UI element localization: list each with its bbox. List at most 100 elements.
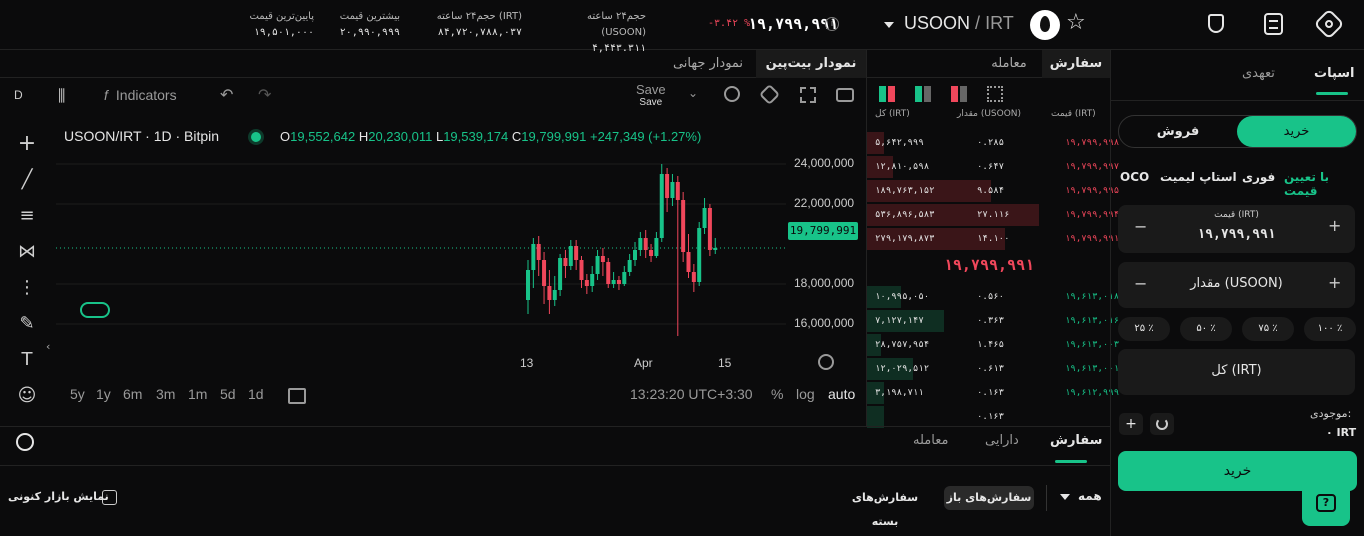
prediction-icon[interactable]: ⋮ xyxy=(14,275,40,301)
log-toggle[interactable]: log xyxy=(796,386,815,402)
amount-field[interactable]: مقدار (USOON) − + xyxy=(1118,262,1355,308)
save-dropdown-icon[interactable]: ⌄ xyxy=(688,86,698,100)
emoji-icon[interactable]: ☺ xyxy=(14,383,40,409)
support-chat-button[interactable]: ? xyxy=(1302,482,1350,526)
ask-row[interactable]: ۱۲,۸۱۰,۵۹۸ ۰.۶۴۷ ۱۹,۷۹۹,۹۹۷ xyxy=(867,156,1119,178)
closed-orders-chip[interactable]: سفارش‌های بسته xyxy=(840,486,930,528)
bid-row[interactable]: ۳,۱۹۸,۷۱۱ ۰.۱۶۳ ۱۹,۶۱۲,۹۹۹ xyxy=(867,382,1119,404)
tf-6m[interactable]: 6m xyxy=(123,386,142,402)
order-type-oco[interactable]: OCO xyxy=(1120,170,1149,184)
book-view-both-icon[interactable] xyxy=(879,86,895,102)
bid-row[interactable]: ۱۲,۰۲۹,۵۱۲ ۰.۶۱۳ ۱۹,۶۱۳,۰۰۱ xyxy=(867,358,1119,380)
pattern-icon[interactable]: ⋈ xyxy=(14,239,40,265)
document-icon[interactable] xyxy=(1264,13,1283,35)
candle-body xyxy=(691,272,696,282)
ask-row[interactable]: ۲۷۹,۱۷۹,۸۷۳ ۱۴.۱۰۰ ۱۹,۷۹۹,۹۹۱ xyxy=(867,228,1119,250)
amount-plus-button[interactable]: + xyxy=(1328,273,1341,292)
tab-global-chart[interactable]: نمودار جهانی xyxy=(660,50,756,78)
ob-header-total: کل (IRT) xyxy=(875,109,910,119)
filter-dropdown[interactable]: همه xyxy=(1060,489,1102,503)
camera-icon[interactable] xyxy=(836,88,854,102)
pct-100[interactable]: ۱۰۰ ٪ xyxy=(1304,317,1356,341)
settings-icon[interactable] xyxy=(1313,8,1345,40)
percent-toggle[interactable]: % xyxy=(771,386,783,402)
tf-5y[interactable]: 5y xyxy=(70,386,85,402)
price-field[interactable]: قیمت (IRT) ۱۹,۷۹۹,۹۹۱ − + xyxy=(1118,205,1355,253)
book-view-bids-icon[interactable] xyxy=(915,86,931,102)
price-field-label: قیمت (IRT) xyxy=(1214,210,1259,220)
bottom-tab-trade[interactable]: معامله xyxy=(913,433,948,448)
tab-margin[interactable]: تعهدی xyxy=(1242,66,1275,81)
tf-3m[interactable]: 3m xyxy=(156,386,175,402)
price-plus-button[interactable]: + xyxy=(1328,216,1341,235)
order-type-market[interactable]: فوری xyxy=(1242,170,1275,184)
pair-dropdown-icon[interactable] xyxy=(884,22,894,28)
candle-body xyxy=(595,256,600,274)
filter-divider xyxy=(1046,485,1047,511)
fib-icon[interactable]: ≡ xyxy=(14,203,40,229)
candle-body xyxy=(616,280,621,284)
candlestick-chart[interactable] xyxy=(56,124,786,364)
bottom-tab-assets[interactable]: دارایی xyxy=(985,433,1019,448)
ask-row[interactable]: ۵۳۶,۸۹۶,۵۸۳ ۲۷.۱۱۶ ۱۹,۷۹۹,۹۹۴ xyxy=(867,204,1119,226)
quick-search-icon[interactable] xyxy=(724,86,740,102)
ask-row[interactable]: ۱۸۹,۷۶۳,۱۵۲ ۹.۵۸۴ ۱۹,۷۹۹,۹۹۵ xyxy=(867,180,1119,202)
ask-amount: ۹.۵۸۴ xyxy=(977,186,1005,196)
refresh-icon[interactable] xyxy=(1150,413,1174,435)
collapse-toolbar-icon[interactable]: ‹ xyxy=(46,340,50,353)
auto-toggle[interactable]: auto xyxy=(828,386,855,402)
price-axis[interactable]: 24,000,000 22,000,000 18,000,000 16,000,000 xyxy=(786,124,866,364)
bid-row[interactable]: ۰.۱۶۳ xyxy=(867,406,1111,428)
tf-1m[interactable]: 1m xyxy=(188,386,207,402)
bid-row[interactable]: ۷,۱۲۷,۱۴۷ ۰.۳۶۳ ۱۹,۶۱۳,۰۱۶ xyxy=(867,310,1119,332)
balance-value: ۰ IRT xyxy=(1326,426,1357,439)
tf-5d[interactable]: 5d xyxy=(220,386,236,402)
pct-25[interactable]: ۲۵ ٪ xyxy=(1118,317,1170,341)
ask-row[interactable]: ۵,۶۴۲,۹۹۹ ۰.۲۸۵ ۱۹,۷۹۹,۹۹۸ xyxy=(867,132,1119,154)
candle-body xyxy=(654,238,659,256)
book-view-asks-icon[interactable] xyxy=(951,86,967,102)
favorite-star-icon[interactable]: ☆ xyxy=(1066,10,1086,35)
undo-icon[interactable]: ↶ xyxy=(220,85,233,104)
tab-spot[interactable]: اسپات xyxy=(1314,66,1355,81)
time-axis[interactable]: 13 Apr 15 xyxy=(56,354,786,372)
tf-1y[interactable]: 1y xyxy=(96,386,111,402)
bid-row[interactable]: ۱۰,۹۹۵,۰۵۰ ۰.۵۶۰ ۱۹,۶۱۳,۰۱۸ xyxy=(867,286,1119,308)
crosshair-icon[interactable]: + xyxy=(14,131,40,157)
tf-1d[interactable]: 1d xyxy=(248,386,264,402)
sell-tab[interactable]: فروش xyxy=(1119,116,1237,147)
bottom-tab-order[interactable]: سفارش xyxy=(1050,433,1102,448)
pair-selector[interactable]: USOON / IRT xyxy=(904,13,1014,34)
order-type-stop-limit[interactable]: استاپ لیمیت xyxy=(1160,170,1237,184)
goto-date-icon[interactable] xyxy=(818,354,834,370)
pct-75[interactable]: ۷۵ ٪ xyxy=(1242,317,1294,341)
trendline-icon[interactable]: ╱ xyxy=(14,167,40,193)
indicators-button[interactable]: f Indicators xyxy=(104,87,177,103)
open-orders-chip[interactable]: سفارش‌های باز xyxy=(944,486,1034,510)
interval-button[interactable]: D xyxy=(14,88,23,102)
deposit-button[interactable]: + xyxy=(1119,413,1143,435)
info-icon[interactable]: i xyxy=(825,17,839,31)
text-tool-icon[interactable]: T xyxy=(14,347,40,373)
save-sublabel: Save xyxy=(639,97,663,108)
chart-settings-icon[interactable] xyxy=(758,83,781,106)
fullscreen-icon[interactable] xyxy=(800,87,816,103)
total-field[interactable]: کل (IRT) xyxy=(1118,349,1355,395)
bid-row[interactable]: ۲۸,۷۵۷,۹۵۴ ۱.۴۶۵ ۱۹,۶۱۳,۰۰۳ xyxy=(867,334,1119,356)
candle-body xyxy=(622,272,627,284)
date-range-icon[interactable] xyxy=(288,388,306,404)
history-icon[interactable] xyxy=(16,433,34,451)
redo-icon[interactable]: ↷ xyxy=(258,85,271,104)
brush-icon[interactable]: ✎ xyxy=(14,311,40,337)
shield-icon[interactable] xyxy=(1208,14,1224,33)
candle-body xyxy=(611,280,616,284)
pct-50[interactable]: ۵۰ ٪ xyxy=(1180,317,1232,341)
buy-tab[interactable]: خرید xyxy=(1237,116,1356,147)
save-button[interactable]: Save Save xyxy=(636,82,666,108)
tab-bitpin-chart[interactable]: نمودار بیت‌پین xyxy=(756,50,866,78)
amount-minus-button[interactable]: − xyxy=(1134,274,1147,293)
candle-type-icon[interactable]: ⫼ xyxy=(58,86,65,106)
book-precision-icon[interactable] xyxy=(987,86,1003,102)
price-minus-button[interactable]: − xyxy=(1134,217,1147,236)
order-type-limit[interactable]: با تعیین قیمت xyxy=(1284,170,1364,198)
